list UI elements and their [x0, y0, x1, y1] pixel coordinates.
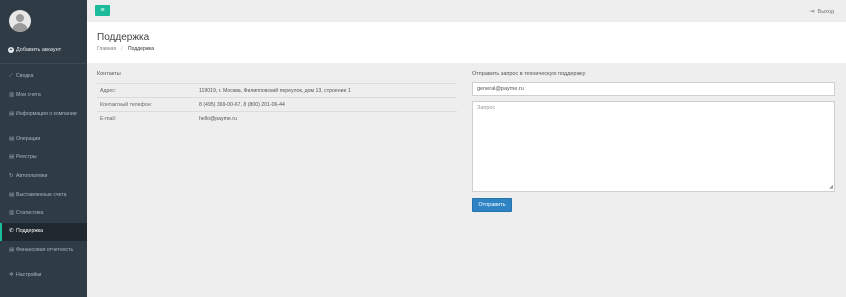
email-field[interactable]: general@payme.ru: [472, 82, 835, 96]
logout-label: Выход: [817, 8, 834, 15]
sidebar-item-label: Реестры: [16, 154, 37, 160]
breadcrumb-current: Поддержка: [128, 46, 155, 52]
avatar-body-shape: [12, 23, 28, 32]
add-account-link[interactable]: + Добавить аккаунт: [8, 47, 61, 53]
table-row: Контактный телефон: 8 (495) 369-00-67, 8…: [97, 97, 457, 111]
plus-circle-icon: +: [8, 47, 14, 53]
sidebar-item-support[interactable]: ✆ Поддержка: [0, 223, 87, 241]
sidebar-item-label: Поддержка: [16, 228, 44, 234]
table-row: E-mail: hello@payme.ru: [97, 111, 457, 125]
copy-icon: ▤: [9, 136, 15, 142]
nav-divider: [0, 63, 87, 64]
sidebar-item-invoices[interactable]: ▤ Выставленные счета: [0, 192, 87, 201]
sidebar-item-label: Информация о компании: [16, 111, 77, 117]
sidebar-item-summary[interactable]: ⟋ Сводка: [0, 73, 87, 82]
document-icon: ▤: [9, 247, 15, 253]
contact-label: Контактный телефон:: [100, 102, 153, 108]
bar-chart-icon: ▥: [9, 92, 15, 98]
breadcrumb-separator: /: [121, 46, 123, 52]
contact-value: 119019, г. Москва, Филипповский переулок…: [199, 88, 351, 94]
contact-label: E-mail:: [100, 116, 117, 122]
bar-chart-icon: ▥: [9, 210, 15, 216]
sidebar-item-operations[interactable]: ▤ Операции: [0, 136, 87, 145]
line-chart-icon: ⟋: [9, 73, 13, 79]
document-icon: ▤: [9, 111, 15, 117]
sidebar-item-registries[interactable]: ▤ Реестры: [0, 154, 87, 163]
add-account-label: Добавить аккаунт: [16, 47, 62, 53]
contact-label: Адрес:: [100, 88, 117, 94]
resize-grip-icon[interactable]: ◢: [829, 185, 833, 190]
request-textarea[interactable]: Запрос ◢: [472, 101, 835, 192]
page-header: Поддержка Главная / Поддержка: [87, 22, 846, 63]
sidebar-item-settings[interactable]: ✲ Настройки: [0, 272, 87, 281]
sidebar-item-label: Выставленные счета: [16, 192, 67, 198]
sidebar-item-label: Финансовая отчетность: [16, 247, 74, 253]
refresh-icon: ↻: [9, 173, 14, 179]
sidebar-item-label: Автоплатежи: [16, 173, 48, 179]
sidebar-item-statistics[interactable]: ▥ Статистика: [0, 210, 87, 219]
request-placeholder: Запрос: [477, 105, 496, 111]
hamburger-icon: ≡: [100, 7, 105, 14]
sidebar-item-autopayments[interactable]: ↻ Автоплатежи: [0, 173, 87, 182]
contacts-title: Контакты: [97, 71, 121, 77]
submit-button[interactable]: Отправить: [472, 198, 512, 212]
phone-icon: ✆: [9, 228, 14, 234]
sign-out-icon: ⇥: [809, 9, 815, 15]
avatar-head-shape: [16, 14, 24, 22]
sidebar-item-label: Операции: [16, 136, 41, 142]
avatar[interactable]: [9, 10, 31, 32]
sidebar-item-label: Сводка: [16, 73, 34, 79]
sidebar-item-company-info[interactable]: ▤ Информация о компании: [0, 111, 87, 127]
contacts-table: Адрес: 119019, г. Москва, Филипповский п…: [97, 83, 457, 125]
document-icon: ▤: [9, 192, 15, 198]
table-row: Адрес: 119019, г. Москва, Филипповский п…: [97, 83, 457, 97]
logout-link[interactable]: ⇥ Выход: [809, 8, 835, 16]
gear-icon: ✲: [9, 272, 14, 278]
contact-value[interactable]: hello@payme.ru: [199, 116, 237, 122]
sidebar-item-label: Статистика: [16, 210, 44, 216]
breadcrumb-home-link[interactable]: Главная: [97, 46, 116, 52]
sidebar-item-my-accounts[interactable]: ▥ Мои счета: [0, 92, 87, 101]
sidebar-item-label: Настройки: [16, 272, 42, 278]
copy-icon: ▤: [9, 154, 15, 160]
sidebar-item-financial-reports[interactable]: ▤ Финансовая отчетность: [0, 247, 87, 263]
page-title: Поддержка: [97, 32, 150, 43]
sidebar-item-label: Мои счета: [16, 92, 41, 98]
support-form-title: Отправить запрос в техническую поддержку: [472, 71, 586, 77]
contact-value: 8 (495) 369-00-67, 8 (800) 201-06-44: [199, 102, 285, 108]
sidebar: + Добавить аккаунт ⟋ Сводка ▥ Мои счета …: [0, 0, 87, 297]
menu-toggle-button[interactable]: ≡: [95, 5, 110, 16]
topbar: ≡ ⇥ Выход: [87, 0, 846, 22]
